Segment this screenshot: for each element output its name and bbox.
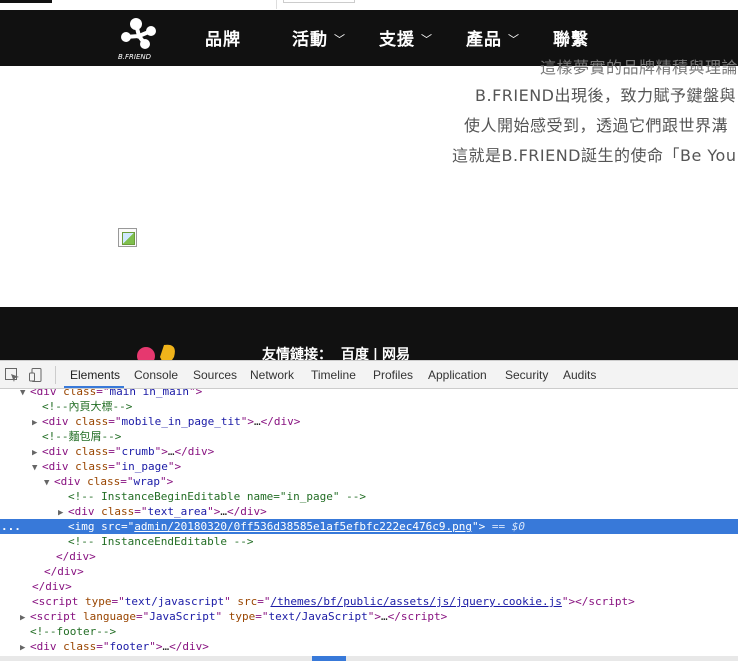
tab-console[interactable]: Console	[134, 368, 178, 382]
tab-sources[interactable]: Sources	[193, 368, 237, 382]
inspect-element-icon[interactable]	[4, 367, 20, 383]
link-divider: |	[372, 347, 378, 360]
intro-line-4: 這就是B.FRIEND誕生的使命「Be You	[452, 146, 737, 165]
friend-links: 友情鏈接： 百度 | 网易	[262, 344, 414, 360]
dom-comment[interactable]: <!-- InstanceEndEditable -->	[0, 534, 738, 549]
top-strip-divider	[276, 0, 277, 9]
nav-item-contact[interactable]: 聯繫	[553, 25, 589, 50]
dom-comment[interactable]: <!--內頁大標-->	[0, 399, 738, 414]
dom-node-in-page[interactable]: ▼ <div class="in_page">	[0, 459, 738, 474]
nav-item-label: 活動	[292, 30, 328, 50]
nav-item-events[interactable]: 活動 ﹀	[292, 25, 346, 50]
dom-node-crumb[interactable]: ▶ <div class="crumb">…</div>	[0, 444, 738, 459]
active-tab-indicator	[64, 386, 124, 388]
img-src-link[interactable]: admin/20180320/0ff536d38585e1af5efbfc222…	[134, 520, 472, 533]
collapsed-triangle-icon: ▶	[20, 643, 26, 653]
tab-elements[interactable]: Elements	[70, 368, 120, 382]
dom-node-mobile-title[interactable]: ▶ <div class="mobile_in_page_tit">…</div>	[0, 414, 738, 429]
tab-timeline[interactable]: Timeline	[311, 368, 356, 382]
dom-node-script-cookie[interactable]: <script type="text/javascript" src="/the…	[0, 594, 738, 609]
chevron-down-icon: ﹀	[334, 33, 346, 46]
breadcrumb-bar[interactable]	[0, 656, 738, 661]
dom-tree[interactable]: ▼ <div class="main in_main"> <!--內頁大標--> …	[0, 389, 738, 661]
dom-node-img-selected[interactable]: ... <img src="admin/20180320/0ff536d38585…	[0, 519, 738, 534]
dom-node-text-area[interactable]: ▶ <div class="text_area">…</div>	[0, 504, 738, 519]
search-box-edge[interactable]	[283, 0, 355, 3]
device-mode-icon[interactable]	[28, 367, 44, 383]
friend-links-label: 友情鏈接：	[262, 347, 332, 360]
nav-item-products[interactable]: 產品 ﹀	[466, 25, 520, 50]
intro-line-1: 這樣夢實的品牌精積與理論	[540, 58, 738, 77]
dom-node-wrap[interactable]: ▼ <div class="wrap">	[0, 474, 738, 489]
tab-security[interactable]: Security	[505, 368, 548, 382]
breadcrumb-active[interactable]	[312, 656, 346, 661]
tab-profiles[interactable]: Profiles	[373, 368, 413, 382]
dom-comment[interactable]: <!--footer-->	[0, 624, 738, 639]
dom-close-div[interactable]: </div>	[0, 549, 738, 564]
intro-line-3: 使人開始感受到，透過它們跟世界溝	[464, 116, 729, 135]
nav-item-label: 品牌	[205, 30, 241, 50]
dom-node-script-inline[interactable]: ▶ <script language="JavaScript" type="tex…	[0, 609, 738, 624]
script-src-link[interactable]: /themes/bf/public/assets/js/jquery.cooki…	[270, 595, 561, 608]
dom-close-div[interactable]: </div>	[0, 579, 738, 594]
broken-image-icon	[118, 228, 137, 247]
top-strip-block	[0, 0, 52, 3]
site-footer: 友情鏈接： 百度 | 网易	[0, 307, 738, 360]
chevron-down-icon: ﹀	[421, 33, 433, 46]
tab-network[interactable]: Network	[250, 368, 294, 382]
nav-item-label: 支援	[379, 30, 415, 50]
website-viewport: B.FRIEND 品牌 活動 ﹀ 支援 ﹀ 產品 ﹀ 聯繫 這樣夢實的品牌精積與理論 …	[0, 0, 738, 360]
chevron-down-icon: ﹀	[508, 33, 520, 46]
link-baidu[interactable]: 百度	[341, 347, 369, 360]
top-strip	[0, 0, 738, 10]
dom-node-main[interactable]: ▼ <div class="main in_main">	[0, 389, 738, 399]
tab-application[interactable]: Application	[428, 368, 487, 382]
footer-logo	[137, 344, 175, 360]
dom-comment[interactable]: <!-- InstanceBeginEditable name="in_page…	[0, 489, 738, 504]
nav-item-support[interactable]: 支援 ﹀	[379, 25, 433, 50]
devtools-panel: Elements Console Sources Network Timelin…	[0, 360, 738, 661]
nav-item-label: 聯繫	[553, 30, 589, 50]
selected-node-dots: ...	[1, 520, 21, 533]
devtools-toolbar: Elements Console Sources Network Timelin…	[0, 361, 738, 389]
toolbar-divider	[55, 366, 56, 384]
dom-comment[interactable]: <!--麵包屑-->	[0, 429, 738, 444]
dom-close-div[interactable]: </div>	[0, 564, 738, 579]
tab-audits[interactable]: Audits	[563, 368, 596, 382]
dom-node-footer[interactable]: ▶ <div class="footer">…</div>	[0, 639, 738, 654]
logo-text: B.FRIEND	[118, 53, 152, 61]
intro-line-2: B.FRIEND出現後，致力賦予鍵盤與	[475, 86, 737, 105]
nav-item-brand[interactable]: 品牌	[205, 25, 241, 50]
link-wangyi[interactable]: 网易	[382, 347, 410, 360]
bfriend-logo[interactable]: B.FRIEND	[114, 16, 170, 62]
nav-item-label: 產品	[466, 30, 502, 50]
